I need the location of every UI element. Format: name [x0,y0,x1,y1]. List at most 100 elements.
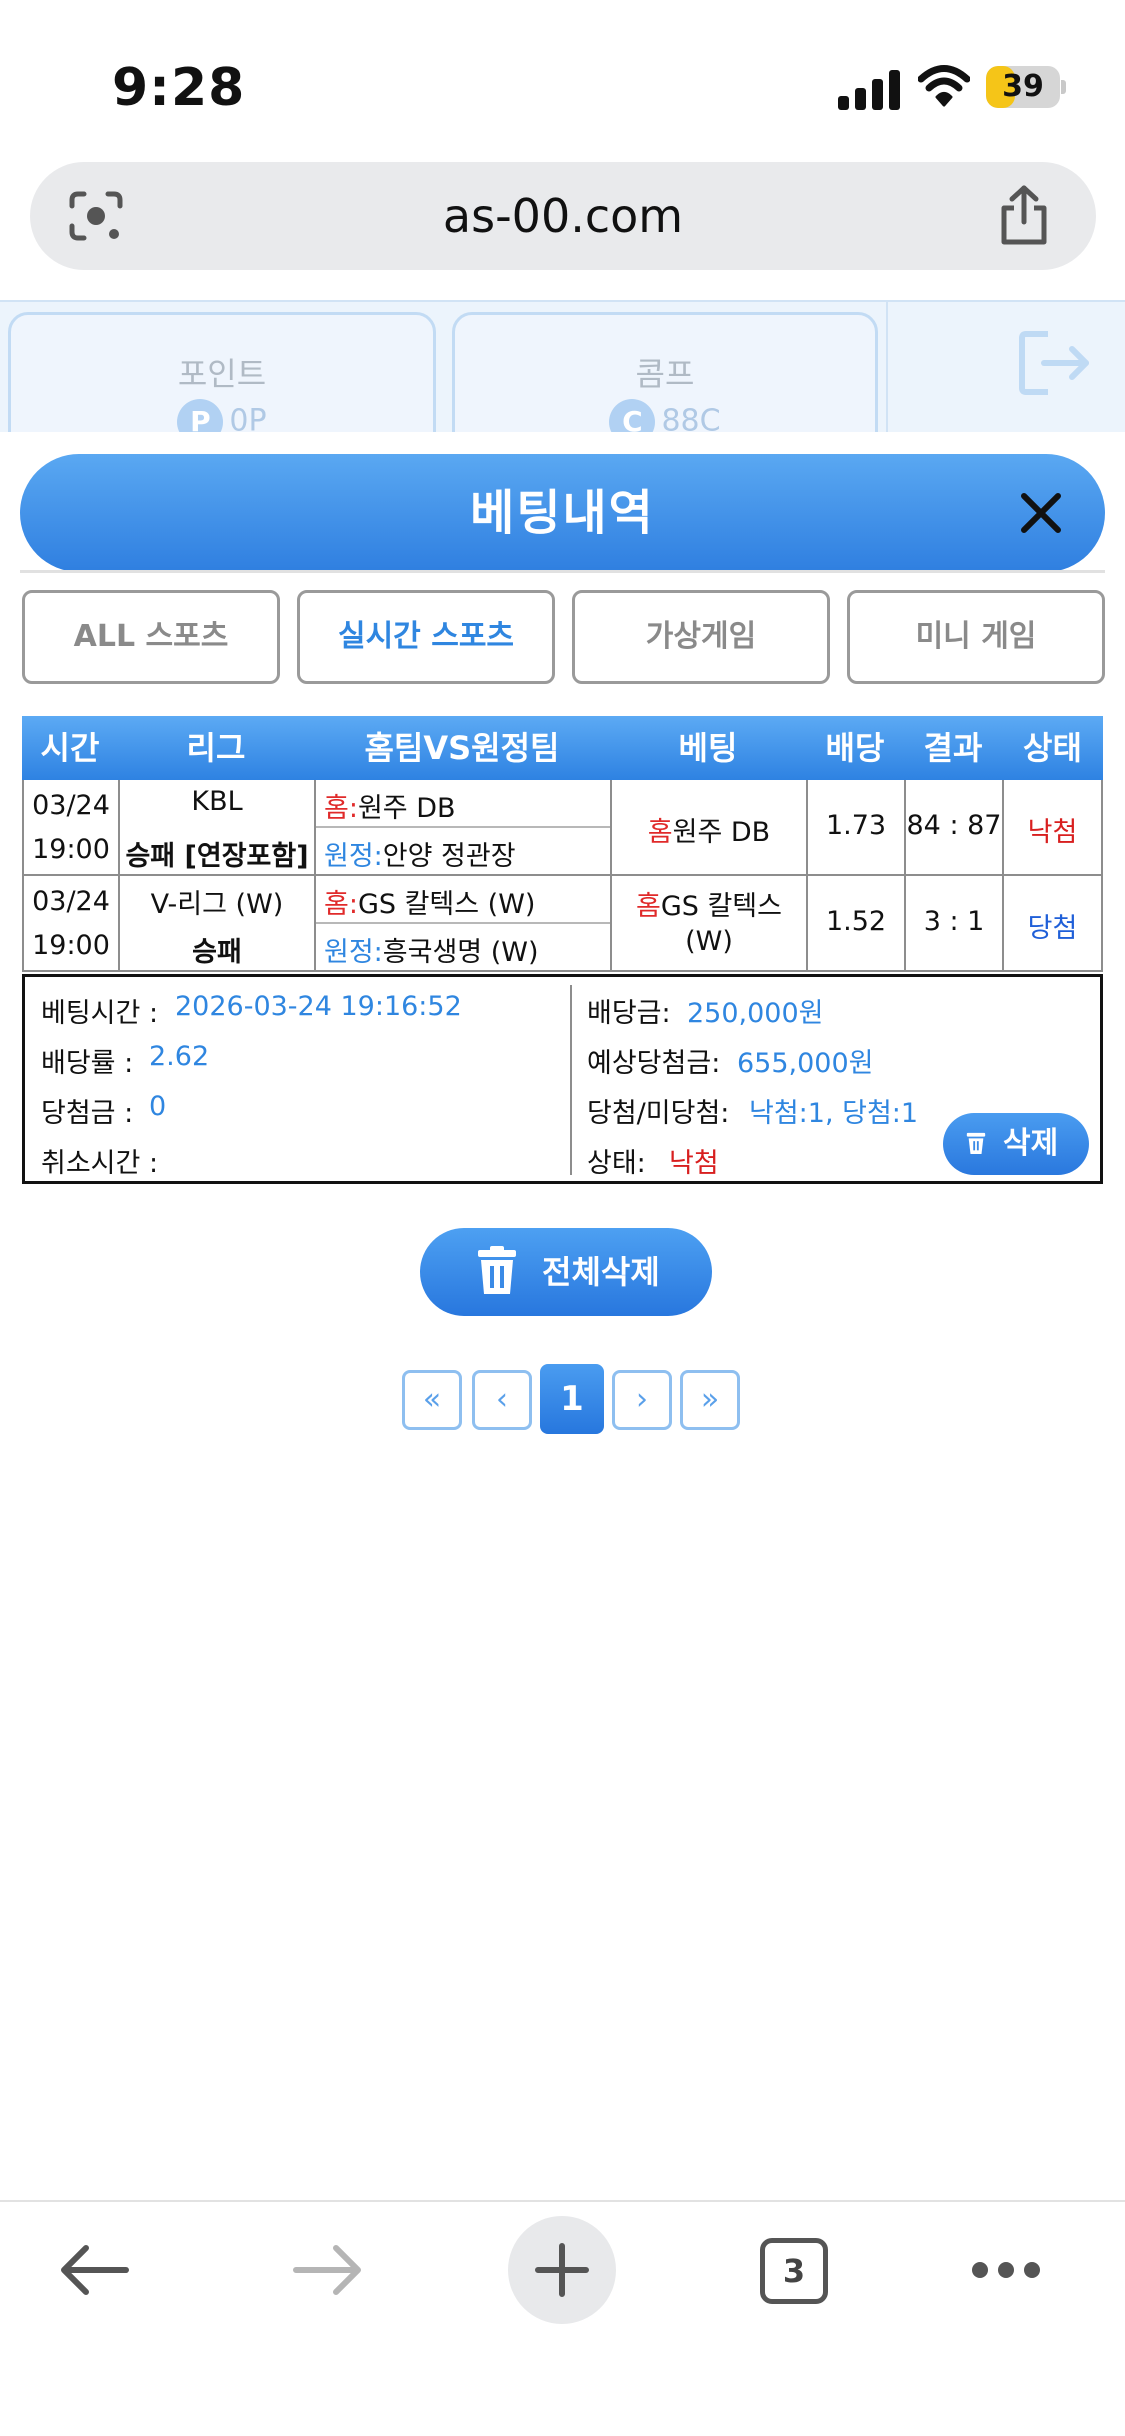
forward-arrow-icon[interactable] [292,2244,364,2296]
expected-win-label: 예상당첨금: [587,1048,721,1079]
win-lose-value: 낙첨:1, 당첨:1 [749,1098,919,1129]
cell-league: KBL 승패 [연장포함] [120,780,316,874]
bet-team: 원주 DB [672,817,771,848]
back-arrow-icon[interactable] [58,2244,130,2296]
bet-line: 홈원주 DB [612,810,806,849]
row-status: 당첨 [1027,913,1078,944]
header-status: 상태 [1023,729,1082,767]
bet-prefix: 홈 [647,817,673,848]
table-header: 시간 리그 홈팀VS원정팀 베팅 배당 결과 상태 [22,716,1103,780]
url-text[interactable]: as-00.com [30,162,1096,270]
cell-time: 03/24 19:00 [24,876,120,970]
home-team-line: 홈:GS 칼텍스 (W) [324,882,535,921]
tab-virtual-games[interactable]: 가상게임 [572,590,830,684]
bet-amount-label: 배당금: [587,998,671,1029]
bet-team-line2: (W) [685,926,733,957]
close-icon[interactable] [1020,492,1062,534]
header-bet: 베팅 [678,729,738,767]
point-card: 포인트 P 0P [8,312,436,452]
bet-time-value: 2026-03-24 19:16:52 [175,991,462,1022]
logout-icon [1019,331,1089,395]
tabs-button[interactable]: 3 [760,2238,828,2304]
bet-prefix: 홈 [635,891,661,922]
modal-title: 베팅내역 [470,485,655,541]
delete-bet-button[interactable]: 삭제 [943,1113,1089,1175]
header-time: 시간 [40,729,100,767]
background-user-header: 포인트 P 0P 콤프 C 88C [0,300,1125,452]
pagination-first[interactable]: « [402,1370,462,1430]
expected-win-value: 655,000원 [737,1048,874,1079]
comp-card: 콤프 C 88C [452,312,878,452]
new-tab-button[interactable] [508,2216,616,2324]
away-prefix: 원정: [324,937,383,968]
status-time: 9:28 [112,58,246,118]
header-league: 리그 [186,729,246,767]
cell-teams: 홈:GS 칼텍스 (W) 원정:흥국생명 (W) [316,876,612,970]
cell-result: 3 : 1 [906,876,1004,970]
plus-icon [535,2243,589,2297]
row-date: 03/24 [32,790,110,821]
home-team: 원주 DB [357,793,456,824]
pagination-next[interactable]: › [612,1370,672,1430]
cell-bet: 홈원주 DB [612,780,808,874]
summary-status-label: 상태: [587,1148,646,1179]
table-row: 03/24 19:00 KBL 승패 [연장포함] 홈:원주 DB 원정:안양 … [22,780,1103,876]
pagination-page-1[interactable]: 1 [540,1364,604,1434]
modal-header-divider [20,570,1105,573]
cell-odds: 1.52 [808,876,906,970]
row-time: 19:00 [32,930,110,961]
tab-all-sports[interactable]: ALL 스포츠 [22,590,280,684]
tab-live-sports[interactable]: 실시간 스포츠 [297,590,555,684]
cell-odds: 1.73 [808,780,906,874]
address-bar[interactable]: as-00.com [30,162,1096,270]
more-icon[interactable] [970,2260,1042,2280]
away-prefix: 원정: [324,841,383,872]
row-result: 84 : 87 [906,810,1002,841]
cell-bet: 홈GS 칼텍스 (W) [612,876,808,970]
summary-divider [570,985,572,1175]
cell-result: 84 : 87 [906,780,1004,874]
tab-mini-games[interactable]: 미니 게임 [847,590,1105,684]
status-bar: 9:28 39 [0,0,1125,160]
trash-icon [478,1246,516,1294]
win-lose-label: 당첨/미당첨: [587,1098,730,1129]
cell-league: V-리그 (W) 승패 [120,876,316,970]
bet-summary: 베팅시간 : 2026-03-24 19:16:52 배당률 : 2.62 당첨… [22,974,1103,1184]
cell-status: 당첨 [1004,876,1101,970]
battery-icon: 39 [986,66,1066,108]
summary-status-value: 낙첨 [669,1148,719,1179]
team-divider [316,826,610,828]
delete-all-button[interactable]: 전체삭제 [420,1228,712,1316]
row-status: 낙첨 [1027,817,1078,848]
odds-rate-label: 배당률 : [41,1048,134,1079]
bet-line: 홈GS 칼텍스 [612,884,806,923]
row-league: KBL [191,786,243,817]
point-label: 포인트 [177,355,267,393]
share-icon[interactable] [996,184,1052,248]
bet-amount-value: 250,000원 [687,998,824,1029]
cell-time: 03/24 19:00 [24,780,120,874]
row-odds: 1.52 [825,906,887,937]
row-odds: 1.73 [825,810,887,841]
bet-history-modal: 베팅내역 ALL 스포츠 실시간 스포츠 가상게임 미니 게임 시간 리그 홈팀… [0,432,1125,2202]
home-prefix: 홈: [324,793,358,824]
table-row: 03/24 19:00 V-리그 (W) 승패 홈:GS 칼텍스 (W) 원정:… [22,876,1103,972]
win-amount-label: 당첨금 : [41,1098,134,1129]
away-team: 안양 정관장 [382,841,516,872]
row-market: 승패 [192,937,242,968]
header-odds: 배당 [825,729,885,767]
away-team-line: 원정:흥국생명 (W) [324,930,539,969]
battery-percent: 39 [1002,69,1044,104]
cell-status: 낙첨 [1004,780,1101,874]
cell-teams: 홈:원주 DB 원정:안양 정관장 [316,780,612,874]
pagination-last[interactable]: » [680,1370,740,1430]
home-team: GS 칼텍스 (W) [357,889,536,920]
delete-bet-label: 삭제 [1003,1126,1059,1161]
header-result: 결과 [923,729,983,767]
odds-rate-value: 2.62 [149,1041,210,1072]
row-time: 19:00 [32,834,110,865]
row-result: 3 : 1 [923,906,985,937]
row-market: 승패 [연장포함] [125,841,309,872]
row-date: 03/24 [32,886,110,917]
pagination-prev[interactable]: ‹ [472,1370,532,1430]
